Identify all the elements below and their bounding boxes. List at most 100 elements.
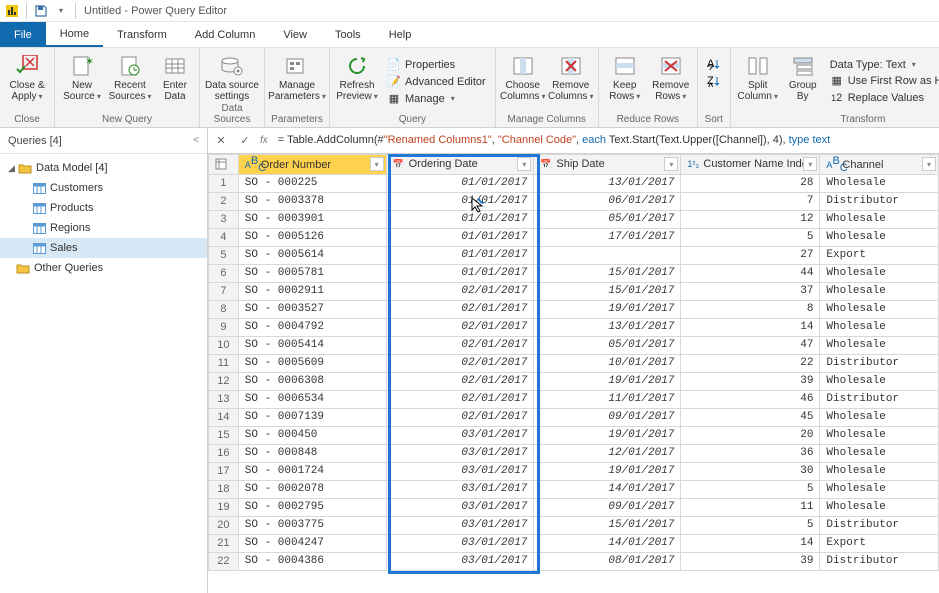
table-row[interactable]: 5SO - 000561401/01/201727Export [209, 246, 939, 264]
cell-channel[interactable]: Wholesale [820, 174, 939, 192]
recent-sources-button[interactable]: Recent Sources [107, 50, 153, 113]
choose-columns-button[interactable]: Choose Columns [500, 50, 546, 113]
row-number[interactable]: 11 [209, 354, 239, 372]
cell-order-number[interactable]: SO - 000848 [238, 444, 386, 462]
cell-customer-index[interactable]: 20 [681, 426, 820, 444]
cell-ordering-date[interactable]: 03/01/2017 [386, 462, 534, 480]
column-dropdown-icon[interactable]: ▾ [370, 157, 384, 171]
cell-ship-date[interactable]: 09/01/2017 [534, 408, 681, 426]
cell-ordering-date[interactable]: 01/01/2017 [386, 210, 534, 228]
cell-channel[interactable]: Wholesale [820, 210, 939, 228]
cell-channel[interactable]: Wholesale [820, 336, 939, 354]
cell-channel[interactable]: Wholesale [820, 318, 939, 336]
cell-order-number[interactable]: SO - 0005614 [238, 246, 386, 264]
cell-customer-index[interactable]: 22 [681, 354, 820, 372]
table-row[interactable]: 8SO - 000352702/01/201719/01/20178Wholes… [209, 300, 939, 318]
tab-view[interactable]: View [269, 22, 321, 47]
cell-channel[interactable]: Wholesale [820, 408, 939, 426]
table-row[interactable]: 1SO - 00022501/01/201713/01/201728Wholes… [209, 174, 939, 192]
cell-ordering-date[interactable]: 03/01/2017 [386, 444, 534, 462]
cell-ordering-date[interactable]: 02/01/2017 [386, 372, 534, 390]
cell-order-number[interactable]: SO - 0001724 [238, 462, 386, 480]
row-number[interactable]: 6 [209, 264, 239, 282]
cell-channel[interactable]: Distributor [820, 552, 939, 570]
cell-ship-date[interactable]: 05/01/2017 [534, 336, 681, 354]
cell-order-number[interactable]: SO - 0003901 [238, 210, 386, 228]
data-type-button[interactable]: Data Type: Text [827, 58, 939, 72]
col-header-customer-index[interactable]: 1²₃Customer Name Index▾ [681, 155, 820, 175]
row-number[interactable]: 21 [209, 534, 239, 552]
cell-ship-date[interactable]: 08/01/2017 [534, 552, 681, 570]
cell-order-number[interactable]: SO - 0005609 [238, 354, 386, 372]
cell-channel[interactable]: Export [820, 534, 939, 552]
table-row[interactable]: 21SO - 000424703/01/201714/01/201714Expo… [209, 534, 939, 552]
cell-ordering-date[interactable]: 01/01/2017 [386, 264, 534, 282]
corner-cell[interactable] [209, 155, 239, 175]
table-row[interactable]: 9SO - 000479202/01/201713/01/201714Whole… [209, 318, 939, 336]
table-row[interactable]: 6SO - 000578101/01/201715/01/201744Whole… [209, 264, 939, 282]
table-row[interactable]: 17SO - 000172403/01/201719/01/201730Whol… [209, 462, 939, 480]
formula-accept-icon[interactable]: ✓ [236, 134, 254, 147]
cell-customer-index[interactable]: 45 [681, 408, 820, 426]
cell-ordering-date[interactable]: 02/01/2017 [386, 408, 534, 426]
cell-channel[interactable]: Distributor [820, 390, 939, 408]
replace-values-button[interactable]: 12Replace Values [827, 90, 939, 106]
cell-channel[interactable]: Wholesale [820, 444, 939, 462]
cell-order-number[interactable]: SO - 0006534 [238, 390, 386, 408]
cell-customer-index[interactable]: 5 [681, 480, 820, 498]
formula-cancel-icon[interactable]: ✕ [212, 134, 230, 147]
tab-help[interactable]: Help [375, 22, 426, 47]
cell-customer-index[interactable]: 27 [681, 246, 820, 264]
row-number[interactable]: 16 [209, 444, 239, 462]
qat-dropdown-icon[interactable]: ▾ [52, 2, 70, 20]
new-source-button[interactable]: ✶ New Source [59, 50, 105, 113]
cell-order-number[interactable]: SO - 0004247 [238, 534, 386, 552]
formula-input[interactable]: = Table.AddColumn(#"Renamed Columns1", "… [274, 134, 935, 147]
table-row[interactable]: 2SO - 000337801/01/201706/01/20177Distri… [209, 192, 939, 210]
cell-channel[interactable]: Distributor [820, 516, 939, 534]
cell-customer-index[interactable]: 5 [681, 516, 820, 534]
group-by-button[interactable]: Group By [783, 50, 823, 113]
tab-transform[interactable]: Transform [103, 22, 181, 47]
cell-order-number[interactable]: SO - 0005781 [238, 264, 386, 282]
tree-folder-data-model[interactable]: ◢ Data Model [4] [0, 158, 207, 178]
cell-customer-index[interactable]: 39 [681, 552, 820, 570]
sort-desc-button[interactable]: ZA [704, 73, 724, 89]
cell-order-number[interactable]: SO - 0002078 [238, 480, 386, 498]
table-row[interactable]: 22SO - 000438603/01/201708/01/201739Dist… [209, 552, 939, 570]
table-row[interactable]: 16SO - 00084803/01/201712/01/201736Whole… [209, 444, 939, 462]
remove-columns-button[interactable]: Remove Columns [548, 50, 594, 113]
table-row[interactable]: 15SO - 00045003/01/201719/01/201720Whole… [209, 426, 939, 444]
cell-customer-index[interactable]: 12 [681, 210, 820, 228]
cell-order-number[interactable]: SO - 0002795 [238, 498, 386, 516]
column-dropdown-icon[interactable]: ▾ [922, 157, 936, 171]
cell-ordering-date[interactable]: 03/01/2017 [386, 480, 534, 498]
tab-home[interactable]: Home [46, 22, 103, 47]
cell-ordering-date[interactable]: 01/01/2017 [386, 174, 534, 192]
cell-ordering-date[interactable]: 03/01/2017 [386, 516, 534, 534]
cell-ordering-date[interactable]: 03/01/2017 [386, 498, 534, 516]
row-number[interactable]: 2 [209, 192, 239, 210]
manage-parameters-button[interactable]: Manage Parameters [269, 50, 325, 113]
row-number[interactable]: 20 [209, 516, 239, 534]
cell-ship-date[interactable]: 12/01/2017 [534, 444, 681, 462]
data-grid[interactable]: ABCOrder Number▾ 📅Ordering Date▾ 📅Ship D… [208, 154, 939, 593]
row-number[interactable]: 15 [209, 426, 239, 444]
cell-order-number[interactable]: SO - 000450 [238, 426, 386, 444]
cell-ordering-date[interactable]: 02/01/2017 [386, 390, 534, 408]
cell-customer-index[interactable]: 37 [681, 282, 820, 300]
sort-asc-button[interactable]: AZ [704, 56, 724, 72]
cell-ship-date[interactable]: 19/01/2017 [534, 462, 681, 480]
row-number[interactable]: 9 [209, 318, 239, 336]
row-number[interactable]: 5 [209, 246, 239, 264]
close-apply-button[interactable]: Close & Apply [4, 50, 50, 113]
cell-ship-date[interactable]: 09/01/2017 [534, 498, 681, 516]
tab-file[interactable]: File [0, 22, 46, 47]
cell-ship-date[interactable]: 15/01/2017 [534, 516, 681, 534]
cell-ship-date[interactable]: 14/01/2017 [534, 534, 681, 552]
cell-customer-index[interactable]: 5 [681, 228, 820, 246]
table-row[interactable]: 20SO - 000377503/01/201715/01/20175Distr… [209, 516, 939, 534]
cell-ordering-date[interactable]: 01/01/2017 [386, 192, 534, 210]
cell-customer-index[interactable]: 44 [681, 264, 820, 282]
cell-ordering-date[interactable]: 02/01/2017 [386, 336, 534, 354]
